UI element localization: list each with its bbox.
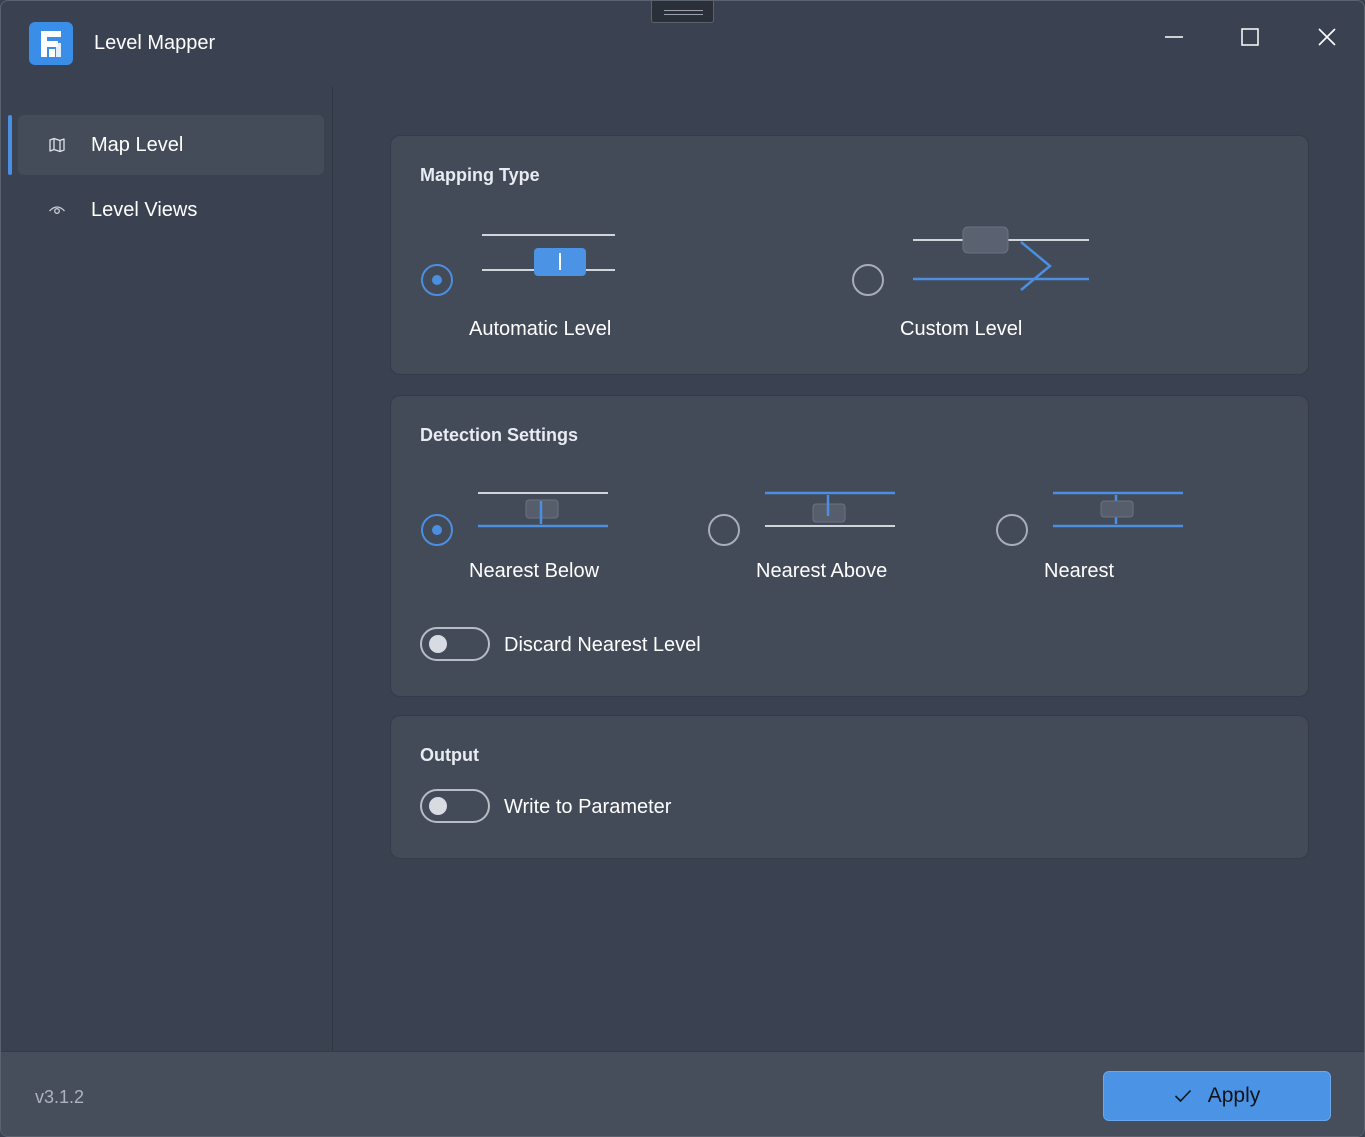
discard-nearest-level-toggle[interactable]: [420, 627, 490, 661]
write-to-parameter-toggle[interactable]: [420, 789, 490, 823]
output-card: Output Write to Parameter: [390, 715, 1309, 859]
custom-level-illustration-icon: [913, 226, 1089, 291]
app-title: Level Mapper: [94, 32, 216, 54]
automatic-level-radio[interactable]: [421, 264, 453, 296]
nearest-below-illustration-icon: [478, 492, 608, 528]
minimize-button[interactable]: [1154, 19, 1194, 55]
close-icon: [1318, 28, 1336, 46]
custom-level-radio[interactable]: [852, 264, 884, 296]
title-bar[interactable]: Level Mapper: [1, 1, 1364, 87]
mapping-type-title: Mapping Type: [420, 165, 540, 185]
mapping-type-card: Mapping Type Automatic Level Custom Leve…: [390, 135, 1309, 375]
eye-icon: [48, 201, 66, 219]
check-icon: [1174, 1089, 1191, 1103]
maximize-icon: [1241, 28, 1259, 46]
drag-handle[interactable]: [651, 1, 714, 23]
automatic-level-illustration-icon: [482, 234, 615, 276]
minimize-icon: [1165, 36, 1183, 38]
discard-nearest-level-label: Discard Nearest Level: [504, 634, 701, 656]
nearest-label: Nearest: [1044, 560, 1115, 582]
apply-label: Apply: [1207, 1084, 1261, 1107]
nearest-below-radio[interactable]: [421, 514, 453, 546]
nearest-above-label: Nearest Above: [756, 560, 888, 582]
maximize-button[interactable]: [1230, 19, 1270, 55]
nearest-illustration-icon: [1053, 491, 1183, 528]
output-title: Output: [420, 745, 479, 765]
custom-level-label: Custom Level: [900, 318, 1023, 340]
nearest-above-illustration-icon: [765, 491, 895, 527]
nearest-above-radio[interactable]: [708, 514, 740, 546]
detection-settings-card: Detection Settings Nearest Below Nearest…: [390, 395, 1309, 697]
sidebar-item-level-views[interactable]: Level Views: [18, 180, 324, 240]
sidebar-item-label: Level Views: [91, 198, 198, 221]
footer: v3.1.2 Apply: [1, 1051, 1364, 1136]
nearest-below-label: Nearest Below: [469, 560, 600, 582]
sidebar-item-label: Map Level: [91, 133, 184, 156]
active-nav-indicator: [8, 115, 12, 175]
nearest-radio[interactable]: [996, 514, 1028, 546]
detection-settings-title: Detection Settings: [420, 425, 579, 445]
sidebar-item-map-level[interactable]: Map Level: [18, 115, 324, 175]
close-button[interactable]: [1307, 19, 1347, 55]
app-logo-icon: [29, 22, 73, 65]
app-window: Level Mapper Map Level Level Views Mappi…: [0, 0, 1365, 1137]
automatic-level-label: Automatic Level: [469, 318, 612, 340]
version-label: v3.1.2: [35, 1087, 85, 1107]
apply-button[interactable]: Apply: [1103, 1071, 1331, 1121]
write-to-parameter-label: Write to Parameter: [504, 796, 672, 818]
map-icon: [48, 136, 66, 154]
